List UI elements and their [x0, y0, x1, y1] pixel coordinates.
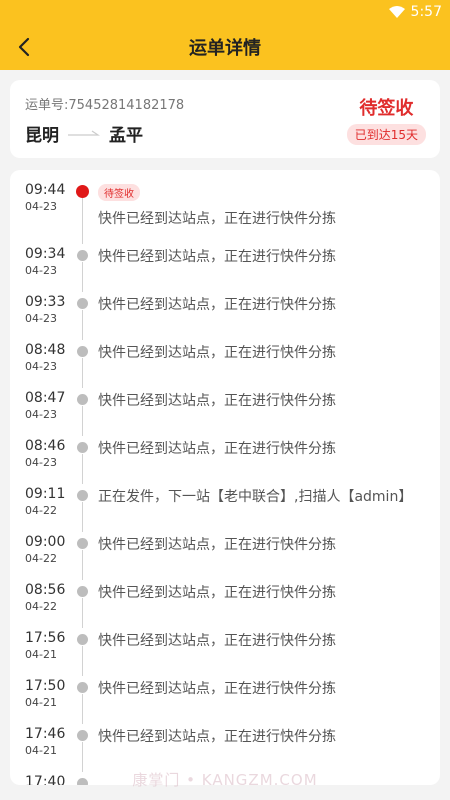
timeline-connector: [82, 310, 83, 340]
back-button[interactable]: [10, 33, 38, 61]
event-description: 快件已经到达站点，正在进行快件分拣: [98, 681, 336, 697]
timeline-dot-icon: [77, 346, 88, 357]
event-status-badge: 待签收: [98, 184, 140, 201]
watermark: 康掌门 • KANGZM.COM: [132, 771, 318, 789]
waybill-summary-card: 运单号:75452814182178 昆明 孟平 待签收 已到达15天: [10, 80, 440, 158]
timeline-item: 09:00 04-22 快件已经到达站点，正在进行快件分拣: [10, 532, 440, 580]
status-label: 待签收: [359, 98, 414, 119]
event-date: 04-23: [25, 456, 57, 469]
timeline-dot-icon: [77, 394, 88, 405]
arrived-days-badge: 已到达15天: [346, 124, 426, 145]
event-description: 快件已经到达站点，正在进行快件分拣: [98, 249, 336, 265]
timeline-connector: [82, 454, 83, 484]
timeline-dot-icon: [77, 250, 88, 261]
timeline-connector: [82, 502, 83, 532]
event-time: 09:00: [25, 534, 66, 550]
event-date: 04-22: [25, 600, 57, 613]
event-time: 09:33: [25, 294, 66, 310]
timeline-dot-icon: [77, 730, 88, 741]
status-time: 5:57: [410, 4, 442, 20]
timeline-item: 09:34 04-23 快件已经到达站点，正在进行快件分拣: [10, 244, 440, 292]
event-description: 快件已经到达站点，正在进行快件分拣: [98, 729, 336, 745]
event-date: 04-21: [25, 744, 57, 757]
current-status-dot-icon: [76, 185, 89, 198]
timeline-dot-icon: [77, 538, 88, 549]
event-time: 17:46: [25, 726, 66, 742]
timeline-connector: [82, 198, 83, 244]
timeline-dot-icon: [77, 634, 88, 645]
timeline-dot-icon: [77, 586, 88, 597]
waybill-value[interactable]: 75452814182178: [68, 98, 184, 113]
event-description: 快件已经到达站点，正在进行快件分拣: [98, 441, 336, 457]
event-date: 04-21: [25, 696, 57, 709]
event-time: 08:48: [25, 342, 66, 358]
timeline-connector: [82, 262, 83, 292]
event-description: 快件已经到达站点，正在进行快件分拣: [98, 537, 336, 553]
event-description: 正在发件，下一站【老中联合】,扫描人【admin】: [98, 489, 413, 505]
timeline-connector: [82, 406, 83, 436]
chevron-left-icon: [18, 37, 30, 57]
timeline-item: 09:33 04-23 快件已经到达站点，正在进行快件分拣: [10, 292, 440, 340]
timeline-dot-icon: [77, 682, 88, 693]
timeline-item: 08:48 04-23 快件已经到达站点，正在进行快件分拣: [10, 340, 440, 388]
timeline-connector: [82, 646, 83, 676]
event-date: 04-23: [25, 200, 57, 213]
event-description: 快件已经到达站点，正在进行快件分拣: [98, 393, 336, 409]
origin-city: 昆明: [25, 126, 59, 146]
event-time: 08:47: [25, 390, 66, 406]
timeline-dot-icon: [77, 298, 88, 309]
timeline-connector: [82, 550, 83, 580]
event-time: 09:11: [25, 486, 66, 502]
timeline-item: 08:46 04-23 快件已经到达站点，正在进行快件分拣: [10, 436, 440, 484]
event-time: 09:44: [25, 182, 66, 198]
timeline-dot-icon: [77, 442, 88, 453]
event-date: 04-22: [25, 504, 57, 517]
page-title: 运单详情: [189, 38, 261, 59]
event-time: 17:56: [25, 630, 66, 646]
event-description: 快件已经到达站点，正在进行快件分拣: [98, 345, 336, 361]
app-header: 运单详情: [0, 24, 450, 70]
route-arrow-icon: [68, 130, 100, 136]
timeline-item: 08:56 04-22 快件已经到达站点，正在进行快件分拣: [10, 580, 440, 628]
event-date: 04-23: [25, 312, 57, 325]
event-description: 快件已经到达站点，正在进行快件分拣: [98, 633, 336, 649]
delivery-status: 待签收 已到达15天: [346, 94, 426, 145]
timeline-item: 08:47 04-23 快件已经到达站点，正在进行快件分拣: [10, 388, 440, 436]
event-description: 快件已经到达站点，正在进行快件分拣: [98, 211, 336, 227]
status-bar: 5:57: [0, 0, 450, 24]
event-description: 快件已经到达站点，正在进行快件分拣: [98, 585, 336, 601]
timeline-item: 17:46 04-21 快件已经到达站点，正在进行快件分拣: [10, 724, 440, 772]
event-time: 08:56: [25, 582, 66, 598]
tracking-timeline[interactable]: 09:44 04-23 待签收 快件已经到达站点，正在进行快件分拣 09:34 …: [10, 170, 440, 785]
timeline-connector: [82, 598, 83, 628]
event-description: 快件已经到达站点，正在进行快件分拣: [98, 297, 336, 313]
destination-city: 孟平: [109, 126, 143, 146]
timeline-connector: [82, 694, 83, 724]
timeline-item: 09:44 04-23 待签收 快件已经到达站点，正在进行快件分拣: [10, 180, 440, 244]
event-date: 04-23: [25, 264, 57, 277]
event-date: 04-23: [25, 360, 57, 373]
event-time: 08:46: [25, 438, 66, 454]
event-date: 04-22: [25, 552, 57, 565]
timeline-item: 17:50 04-21 快件已经到达站点，正在进行快件分拣: [10, 676, 440, 724]
timeline-item: 17:56 04-21 快件已经到达站点，正在进行快件分拣: [10, 628, 440, 676]
timeline-connector: [82, 742, 83, 772]
event-time: 17:50: [25, 678, 66, 694]
event-date: 04-23: [25, 408, 57, 421]
timeline-item: 09:11 04-22 正在发件，下一站【老中联合】,扫描人【admin】: [10, 484, 440, 532]
event-date: 04-21: [25, 648, 57, 661]
event-time: 09:34: [25, 246, 66, 262]
timeline-connector: [82, 358, 83, 388]
timeline-dot-icon: [77, 490, 88, 501]
wifi-icon: [388, 6, 405, 18]
waybill-label: 运单号:: [25, 98, 69, 113]
